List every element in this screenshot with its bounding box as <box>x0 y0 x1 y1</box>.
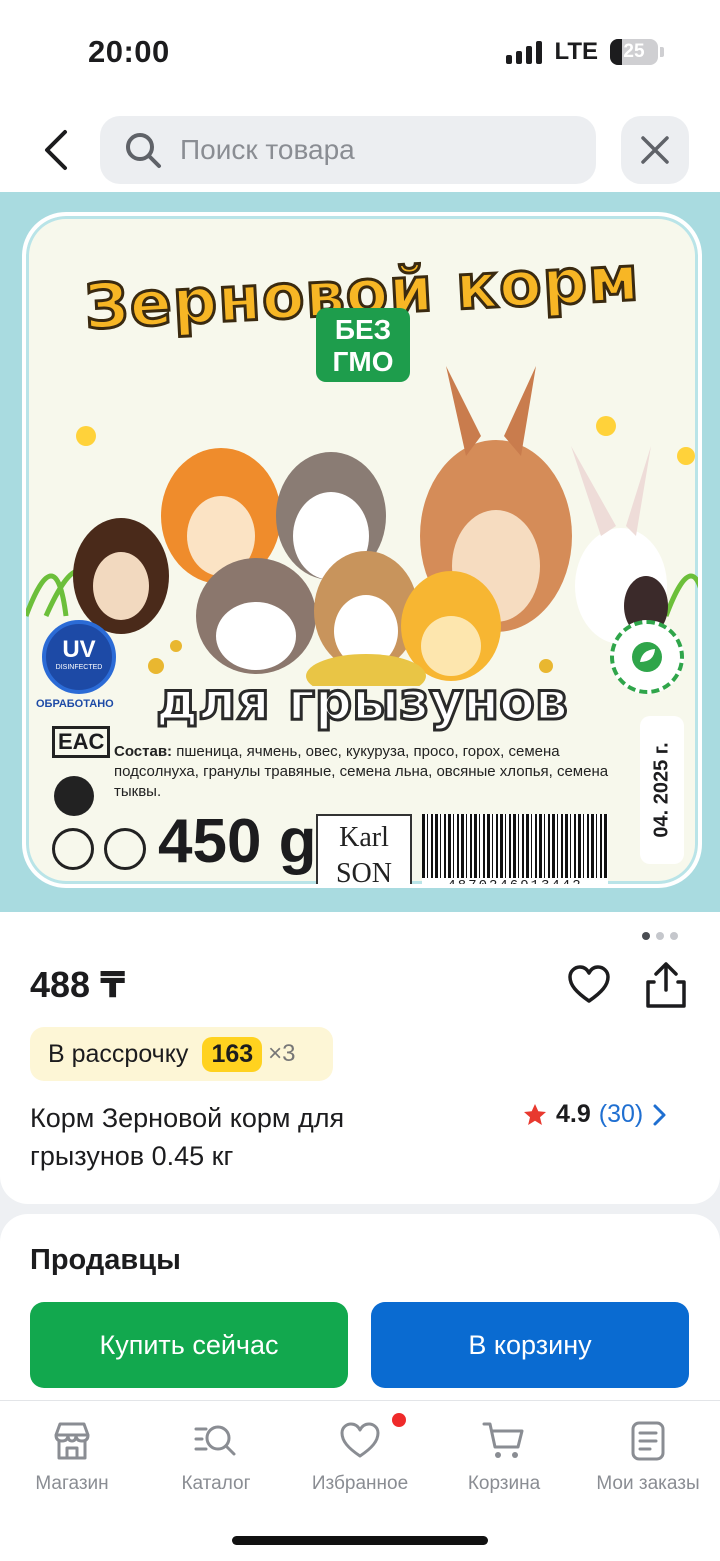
tab-catalog-label: Каталог <box>181 1473 251 1494</box>
rodents-illustration <box>26 366 698 686</box>
clear-search-button[interactable] <box>621 116 689 184</box>
rating-link[interactable]: 4.9 (30) <box>522 1100 667 1129</box>
composition-value: пшеница, ячмень, овес, кукуруза, просо, … <box>114 743 609 800</box>
tab-favorites[interactable]: Избранное <box>288 1419 432 1495</box>
package-symbols <box>52 828 146 870</box>
installment-amount: 163 <box>202 1036 263 1072</box>
favorite-button[interactable] <box>566 962 612 1008</box>
tab-orders[interactable]: Мои заказы <box>576 1419 720 1495</box>
shop-icon <box>54 1422 90 1460</box>
barcode <box>422 814 608 878</box>
installment-offer[interactable]: В рассрочку 163 ×3 <box>30 1027 333 1081</box>
cart-icon <box>482 1422 524 1458</box>
tab-cart-label: Корзина <box>467 1473 541 1494</box>
carousel-indicator <box>642 932 678 940</box>
composition-label: Состав: <box>114 743 173 760</box>
composition-text: Состав: пшеница, ячмень, овес, кукуруза,… <box>114 742 614 802</box>
tab-cart[interactable]: Корзина <box>432 1419 576 1495</box>
tab-favorites-label: Избранное <box>311 1473 409 1494</box>
product-package: Зерновой корм БЕЗ ГМО для грызунов UV DI… <box>22 212 702 888</box>
status-indicators: LTE 25 <box>506 38 664 66</box>
favorites-notification-dot <box>392 1413 406 1427</box>
product-price: 488 ₸ <box>30 964 126 1005</box>
tab-orders-label: Мои заказы <box>596 1473 700 1494</box>
review-count: (30) <box>598 1100 644 1128</box>
status-time: 20:00 <box>88 34 170 69</box>
search-field[interactable] <box>100 116 596 184</box>
package-subtitle: для грызунов <box>155 671 570 734</box>
brand-line-2: SON <box>335 858 392 888</box>
uv-badge-text: UV <box>62 636 96 663</box>
tab-catalog[interactable]: Каталог <box>144 1419 288 1495</box>
back-button[interactable] <box>34 124 78 176</box>
product-info-card: 488 ₸ В рассрочку 163 ×3 Корм Зерновой к… <box>0 912 720 1204</box>
brand-line-1: Karl <box>339 822 389 853</box>
signal-icon <box>506 40 543 64</box>
share-icon <box>646 962 686 1008</box>
network-type: LTE <box>554 38 598 65</box>
product-image-carousel[interactable]: Зерновой корм БЕЗ ГМО для грызунов UV DI… <box>0 192 720 912</box>
share-button[interactable] <box>642 960 690 1010</box>
home-indicator <box>232 1536 488 1545</box>
buy-now-button[interactable]: Купить сейчас <box>30 1302 348 1388</box>
chevron-right-icon <box>653 1104 666 1125</box>
chevron-left-icon <box>45 130 67 170</box>
tab-shop[interactable]: Магазин <box>0 1419 144 1495</box>
installment-label: В рассрочку <box>48 1039 189 1068</box>
search-icon <box>126 133 161 168</box>
search-header <box>0 100 720 192</box>
orders-icon <box>631 1421 665 1461</box>
package-weight: 450 g. <box>158 807 334 876</box>
expiry-date-text: 04. 2025 г. <box>650 742 673 838</box>
shelf-life-icon <box>104 828 146 870</box>
brand-logo: Karl SON <box>316 814 412 888</box>
close-icon <box>641 136 669 164</box>
tab-shop-label: Магазин <box>35 1473 109 1494</box>
carousel-dot <box>656 932 664 940</box>
eac-mark: EAC <box>52 726 111 758</box>
barcode-number: 4870246913442 <box>422 878 608 884</box>
carousel-dot <box>670 932 678 940</box>
battery-level: 25 <box>623 41 645 62</box>
battery-icon: 25 <box>610 39 658 65</box>
food-safe-icon <box>52 828 94 870</box>
status-bar: 20:00 LTE 25 <box>0 0 720 100</box>
heart-icon <box>340 1422 380 1458</box>
organic-badge <box>610 620 684 694</box>
recycle-icon <box>54 776 94 816</box>
search-input[interactable] <box>180 134 580 166</box>
installment-multiplier: ×3 <box>268 1040 296 1067</box>
carousel-dot <box>642 932 650 940</box>
heart-icon <box>568 965 610 1003</box>
uv-badge-small: DISINFECTED <box>55 664 103 671</box>
add-to-cart-button[interactable]: В корзину <box>371 1302 689 1388</box>
battery-tip <box>660 47 664 57</box>
uv-badge: UV DISINFECTED <box>42 620 116 694</box>
leaf-icon <box>632 642 662 672</box>
sellers-section: Продавцы Купить сейчас В корзину <box>0 1214 720 1414</box>
catalog-icon <box>194 1425 236 1456</box>
product-name: Корм Зерновой корм для грызунов 0.45 кг <box>30 1103 345 1171</box>
expiry-date: 04. 2025 г. <box>640 716 684 864</box>
star-icon <box>524 1103 546 1125</box>
rating-score: 4.9 <box>556 1100 591 1128</box>
uv-caption: ОБРАБОТАНО <box>36 698 114 710</box>
sellers-title: Продавцы <box>30 1244 181 1276</box>
